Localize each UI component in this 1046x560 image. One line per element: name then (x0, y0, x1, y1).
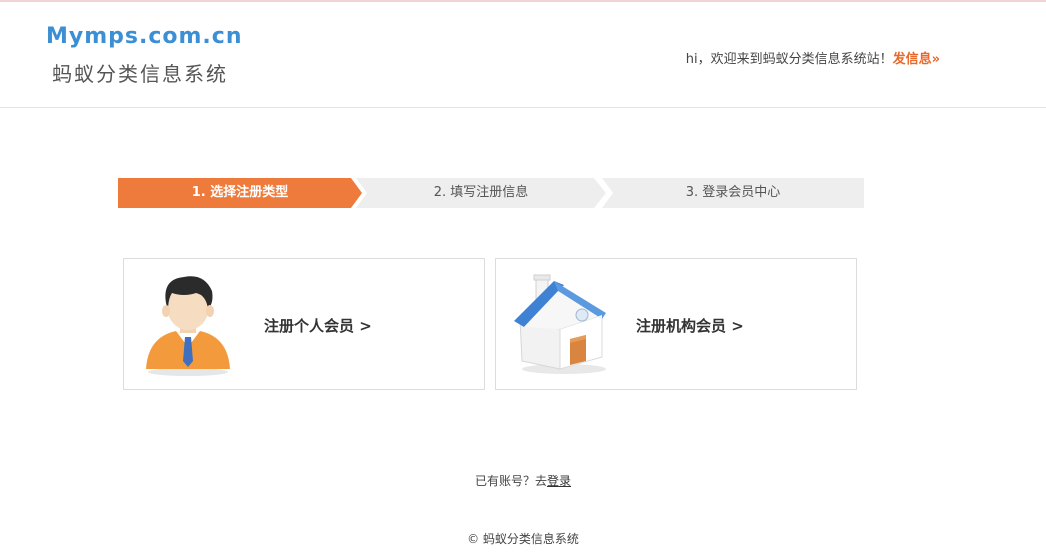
register-org-label[interactable]: 注册机构会员 > (636, 315, 744, 336)
step-1-select-type: 1. 选择注册类型 (118, 178, 362, 208)
footer-copyright: © 蚂蚁分类信息系统 (467, 532, 579, 546)
logo-text-en[interactable]: Mymps.com.cn (46, 24, 243, 49)
house-icon (510, 269, 610, 379)
login-prompt-text: 已有账号？去 (474, 474, 547, 488)
welcome-message: hi，欢迎来到蚂蚁分类信息系统站！发信息» (686, 48, 940, 67)
logo-text-cn[interactable]: 蚂蚁分类信息系统 (52, 58, 228, 87)
post-info-link[interactable]: 发信息» (893, 52, 940, 67)
login-link[interactable]: 登录 (547, 474, 571, 488)
step-2-fill-info: 2. 填写注册信息 (356, 178, 606, 208)
step-3-login-center: 3. 登录会员中心 (602, 178, 864, 208)
register-org-card[interactable]: 注册机构会员 > (495, 258, 857, 390)
register-personal-label[interactable]: 注册个人会员 > (264, 315, 372, 336)
welcome-text: hi，欢迎来到蚂蚁分类信息系统站！ (685, 52, 893, 67)
registration-steps: 1. 选择注册类型 2. 填写注册信息 3. 登录会员中心 (118, 178, 864, 208)
login-prompt: 已有账号？去登录 (0, 472, 1046, 489)
person-icon (138, 269, 238, 379)
header: Mymps.com.cn 蚂蚁分类信息系统 hi，欢迎来到蚂蚁分类信息系统站！发… (0, 2, 1046, 108)
register-personal-card[interactable]: 注册个人会员 > (123, 258, 485, 390)
